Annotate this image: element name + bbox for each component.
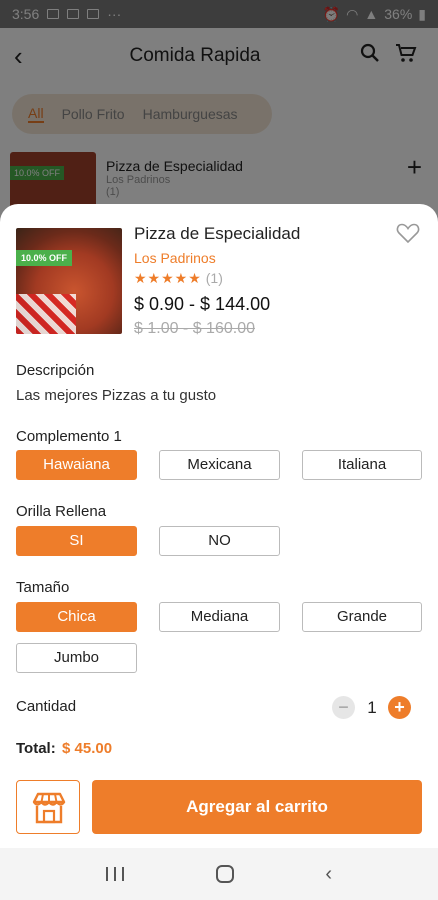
rating-count: (1) xyxy=(205,270,223,286)
option-chica[interactable]: Chica xyxy=(16,602,137,632)
home-icon[interactable] xyxy=(215,865,234,883)
option-si[interactable]: SI xyxy=(16,526,137,556)
complemento-label: Complemento 1 xyxy=(16,428,122,445)
product-old-price: $ 1.00 - $ 160.00 xyxy=(134,320,255,337)
total-label: Total: xyxy=(16,740,56,757)
product-rating: ★★★★★ (1) xyxy=(134,270,223,287)
recent-apps-icon[interactable] xyxy=(105,867,124,881)
product-price: $ 0.90 - $ 144.00 xyxy=(134,294,271,314)
quantity-decrement-button[interactable]: − xyxy=(332,696,355,719)
rating-stars-icon: ★★★★★ xyxy=(134,270,202,286)
product-image: 10.0% OFF xyxy=(16,228,122,334)
offer-badge: 10.0% OFF xyxy=(16,250,73,266)
nav-back-icon[interactable]: ‹ xyxy=(325,863,332,886)
option-mediana[interactable]: Mediana xyxy=(159,602,280,632)
description-label: Descripción xyxy=(16,362,95,379)
tamano-label: Tamaño xyxy=(16,579,70,596)
option-grande[interactable]: Grande xyxy=(302,602,422,632)
heart-icon[interactable] xyxy=(396,222,422,246)
option-jumbo[interactable]: Jumbo xyxy=(16,643,137,673)
quantity-increment-button[interactable]: + xyxy=(388,696,411,719)
system-nav-bar: ‹ xyxy=(0,848,438,900)
quantity-label: Cantidad xyxy=(16,698,77,715)
quantity-value: 1 xyxy=(367,698,377,717)
option-hawaiana[interactable]: Hawaiana xyxy=(16,450,137,480)
product-store[interactable]: Los Padrinos xyxy=(134,250,216,266)
product-name: Pizza de Especialidad xyxy=(134,224,301,243)
option-mexicana[interactable]: Mexicana xyxy=(159,450,280,480)
add-to-cart-button[interactable]: Agregar al carrito xyxy=(92,780,422,834)
product-sheet: 10.0% OFF Pizza de Especialidad Los Padr… xyxy=(0,204,438,848)
description-text: Las mejores Pizzas a tu gusto xyxy=(16,387,217,404)
option-italiana[interactable]: Italiana xyxy=(302,450,422,480)
orilla-rellena-label: Orilla Rellena xyxy=(16,503,107,520)
store-button[interactable] xyxy=(16,780,80,834)
total-value: $ 45.00 xyxy=(62,740,113,757)
tablecloth-decoration xyxy=(16,294,76,334)
store-icon xyxy=(32,792,66,824)
option-no[interactable]: NO xyxy=(159,526,280,556)
